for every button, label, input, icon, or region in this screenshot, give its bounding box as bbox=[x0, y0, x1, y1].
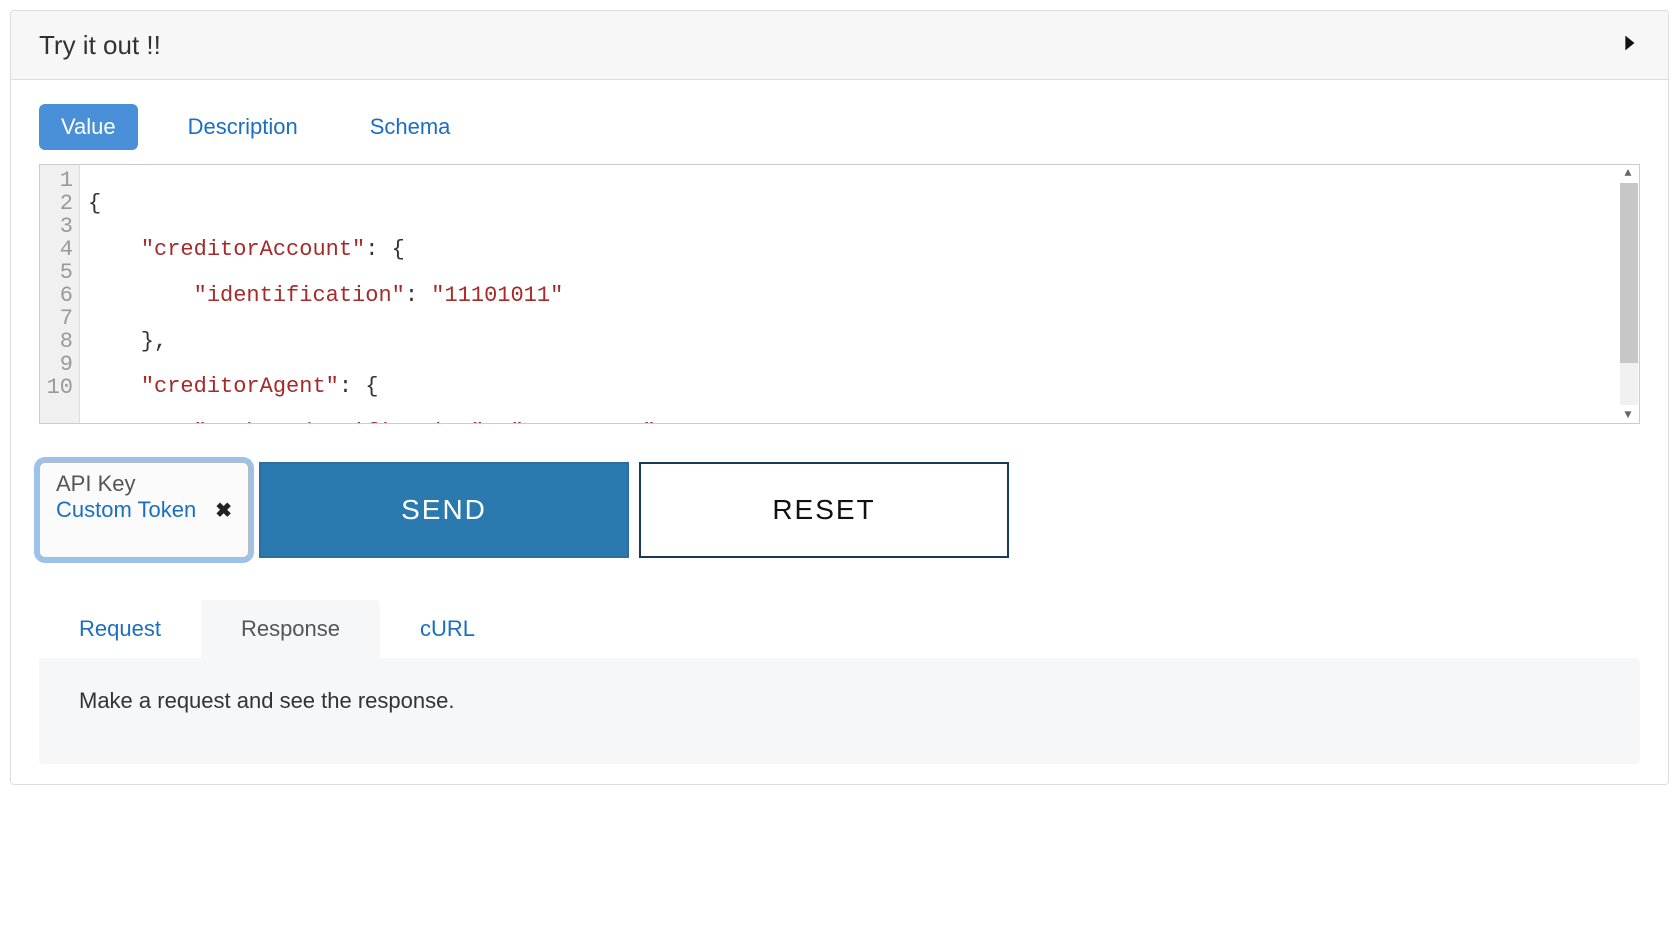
response-placeholder: Make a request and see the response. bbox=[79, 688, 454, 713]
code-content[interactable]: { "creditorAccount": { "identification":… bbox=[80, 165, 1639, 423]
auth-selector[interactable]: API Key Custom Token ✖ bbox=[39, 462, 249, 558]
scroll-down-icon[interactable]: ▼ bbox=[1619, 409, 1637, 421]
expand-icon[interactable] bbox=[1618, 29, 1640, 61]
panel-body: Value Description Schema 12345678910 { "… bbox=[11, 80, 1668, 784]
body-tabs: Value Description Schema bbox=[39, 104, 1640, 150]
code-editor[interactable]: 12345678910 { "creditorAccount": { "iden… bbox=[39, 164, 1640, 424]
result-tabs: Request Response cURL bbox=[39, 600, 1640, 658]
line-gutter: 12345678910 bbox=[40, 165, 80, 423]
panel-title: Try it out !! bbox=[39, 30, 161, 61]
reset-button[interactable]: RESET bbox=[639, 462, 1009, 558]
tab-response[interactable]: Response bbox=[201, 600, 380, 658]
response-area: Make a request and see the response. bbox=[39, 658, 1640, 764]
scroll-up-icon[interactable]: ▲ bbox=[1619, 167, 1637, 179]
tab-schema[interactable]: Schema bbox=[348, 104, 473, 150]
auth-token-type: Custom Token bbox=[56, 497, 196, 523]
action-row: API Key Custom Token ✖ SEND RESET bbox=[39, 462, 1640, 558]
tab-curl[interactable]: cURL bbox=[380, 600, 515, 658]
auth-label: API Key bbox=[56, 471, 232, 497]
send-button[interactable]: SEND bbox=[259, 462, 629, 558]
scrollbar-thumb[interactable] bbox=[1620, 183, 1638, 363]
try-it-out-panel: Try it out !! Value Description Schema 1… bbox=[10, 10, 1669, 785]
close-icon[interactable]: ✖ bbox=[215, 498, 232, 523]
panel-header: Try it out !! bbox=[11, 11, 1668, 80]
tab-description[interactable]: Description bbox=[166, 104, 320, 150]
tab-request[interactable]: Request bbox=[39, 600, 201, 658]
tab-value[interactable]: Value bbox=[39, 104, 138, 150]
